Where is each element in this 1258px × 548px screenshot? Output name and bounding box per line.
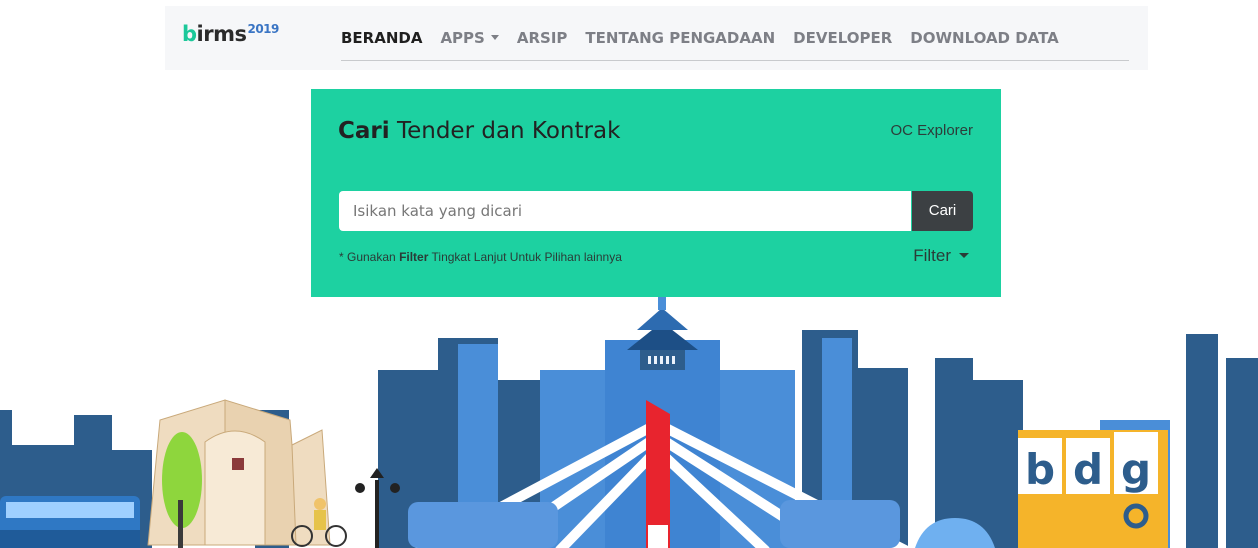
brand-logo[interactable]: birms2019 bbox=[182, 22, 279, 46]
filter-hint: * Gunakan Filter Tingkat Lanjut Untuk Pi… bbox=[339, 250, 622, 264]
brand-name-rest: irms bbox=[196, 22, 247, 46]
main-nav: BERANDA APPS ARSIP TENTANG PENGADAAN DEV… bbox=[341, 29, 1131, 47]
brand-letter-b: b bbox=[182, 22, 197, 46]
filter-dropdown[interactable]: Filter bbox=[913, 246, 969, 266]
sign-letter-g: g bbox=[1121, 445, 1151, 494]
search-input[interactable]: Isikan kata yang dicari bbox=[339, 191, 911, 231]
caret-down-icon bbox=[959, 253, 969, 258]
bdg-sign: b d g bbox=[1018, 430, 1168, 548]
oc-explorer-link[interactable]: OC Explorer bbox=[890, 122, 973, 139]
hint-suffix: Tingkat Lanjut Untuk Pilihan lainnya bbox=[431, 250, 622, 264]
search-title-rest: Tender dan Kontrak bbox=[396, 118, 621, 144]
search-button[interactable]: Cari bbox=[912, 191, 973, 231]
bridge-pylon bbox=[646, 400, 670, 548]
nav-tentang-pengadaan[interactable]: TENTANG PENGADAAN bbox=[585, 29, 775, 47]
brand-year: 2019 bbox=[247, 22, 279, 36]
bus-left bbox=[0, 496, 140, 548]
nav-arsip[interactable]: ARSIP bbox=[517, 29, 568, 47]
filter-label: Filter bbox=[913, 246, 951, 265]
search-title: Cari Tender dan Kontrak bbox=[338, 118, 638, 145]
hint-prefix: * Gunakan bbox=[339, 250, 396, 264]
nav-beranda[interactable]: BERANDA bbox=[341, 29, 422, 47]
search-panel: Cari Tender dan Kontrak OC Explorer Isik… bbox=[311, 89, 1001, 297]
city-skyline-illustration: b d g bbox=[0, 270, 1258, 548]
nav-underline bbox=[341, 60, 1129, 61]
nav-developer[interactable]: DEVELOPER bbox=[793, 29, 892, 47]
sign-letter-b: b bbox=[1025, 445, 1055, 494]
caret-down-icon bbox=[490, 35, 499, 40]
sign-letter-d: d bbox=[1073, 445, 1103, 494]
nav-apps-dropdown[interactable]: APPS bbox=[440, 29, 499, 47]
navbar: birms2019 BERANDA APPS ARSIP TENTANG PEN… bbox=[165, 6, 1148, 70]
nav-download-data[interactable]: DOWNLOAD DATA bbox=[910, 29, 1059, 47]
hint-bold: Filter bbox=[399, 250, 429, 264]
nav-apps-label: APPS bbox=[440, 29, 485, 47]
search-title-bold: Cari bbox=[338, 118, 390, 144]
